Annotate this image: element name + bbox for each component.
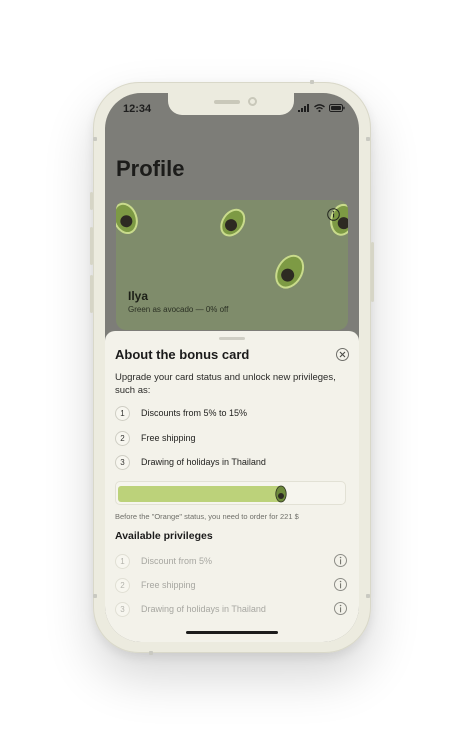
list-item: 3 Drawing of holidays in Thailand (115, 454, 266, 470)
info-icon (339, 580, 342, 589)
page-title: Profile (116, 156, 185, 181)
privilege-info-button[interactable] (334, 602, 347, 615)
benefit-text: Drawing of holidays in Thailand (141, 457, 266, 467)
card-status-text: Green as avocado — 0% off (128, 305, 229, 314)
list-number: 2 (115, 577, 130, 593)
privilege-info-button[interactable] (334, 554, 347, 567)
status-bar: 12:34 (105, 93, 359, 123)
frame-marker (366, 137, 370, 141)
silent-switch (90, 192, 93, 210)
info-icon (339, 556, 342, 565)
home-indicator[interactable] (186, 631, 278, 634)
sheet-grabber[interactable] (219, 337, 245, 340)
list-number: 1 (115, 405, 130, 421)
avocado-icon (275, 485, 287, 508)
phone-screen: 12:34 Profile Ilya Green as avocado — 0%… (105, 93, 359, 642)
frame-marker (310, 80, 314, 84)
privilege-item[interactable]: 1 Discount from 5% (115, 553, 347, 569)
info-icon (339, 604, 342, 613)
privilege-item[interactable]: 2 Free shipping (115, 577, 347, 593)
wifi-icon (314, 104, 325, 112)
sheet-title: About the bonus card (115, 347, 250, 362)
list-number: 3 (115, 454, 130, 470)
phone-frame: 12:34 Profile Ilya Green as avocado — 0%… (90, 82, 374, 653)
privilege-info-button[interactable] (334, 578, 347, 591)
frame-marker (149, 651, 153, 655)
status-icons (298, 104, 345, 112)
speaker (214, 100, 240, 104)
power-button (371, 242, 374, 302)
privilege-text: Drawing of holidays in Thailand (141, 604, 266, 614)
bonus-card[interactable]: Ilya Green as avocado — 0% off (116, 200, 348, 330)
status-progress-bar (115, 481, 346, 505)
status-time: 12:34 (123, 103, 152, 115)
close-button[interactable] (336, 348, 349, 361)
sheet-description: Upgrade your card status and unlock new … (115, 372, 336, 396)
frame-marker (93, 137, 97, 141)
progress-note: Before the "Orange" status, you need to … (115, 512, 299, 521)
frame-marker (93, 594, 97, 598)
info-icon (327, 208, 340, 221)
list-item: 1 Discounts from 5% to 15% (115, 405, 247, 421)
front-camera (248, 97, 257, 106)
benefit-text: Free shipping (141, 433, 196, 443)
cellular-signal-icon (298, 104, 309, 112)
list-number: 2 (115, 430, 130, 446)
card-holder-name: Ilya (128, 289, 149, 303)
volume-up-button (90, 227, 93, 265)
privilege-text: Free shipping (141, 580, 196, 590)
avocado-icon (220, 208, 246, 237)
avocado-icon (116, 202, 138, 235)
benefit-text: Discounts from 5% to 15% (141, 408, 248, 418)
card-info-button[interactable] (327, 208, 340, 226)
list-item: 2 Free shipping (115, 430, 196, 446)
bonus-card-sheet: About the bonus card Upgrade your card s… (105, 331, 359, 642)
progress-fill (118, 486, 285, 502)
frame-marker (366, 594, 370, 598)
privilege-text: Discount from 5% (141, 556, 213, 566)
list-number: 3 (115, 601, 130, 617)
avocado-icon (275, 254, 305, 289)
list-number: 1 (115, 553, 130, 569)
battery-icon (329, 104, 345, 112)
privilege-item[interactable]: 3 Drawing of holidays in Thailand (115, 601, 347, 617)
section-title: Available privileges (115, 530, 213, 542)
notch (168, 93, 294, 115)
volume-down-button (90, 275, 93, 313)
close-icon (339, 351, 346, 358)
